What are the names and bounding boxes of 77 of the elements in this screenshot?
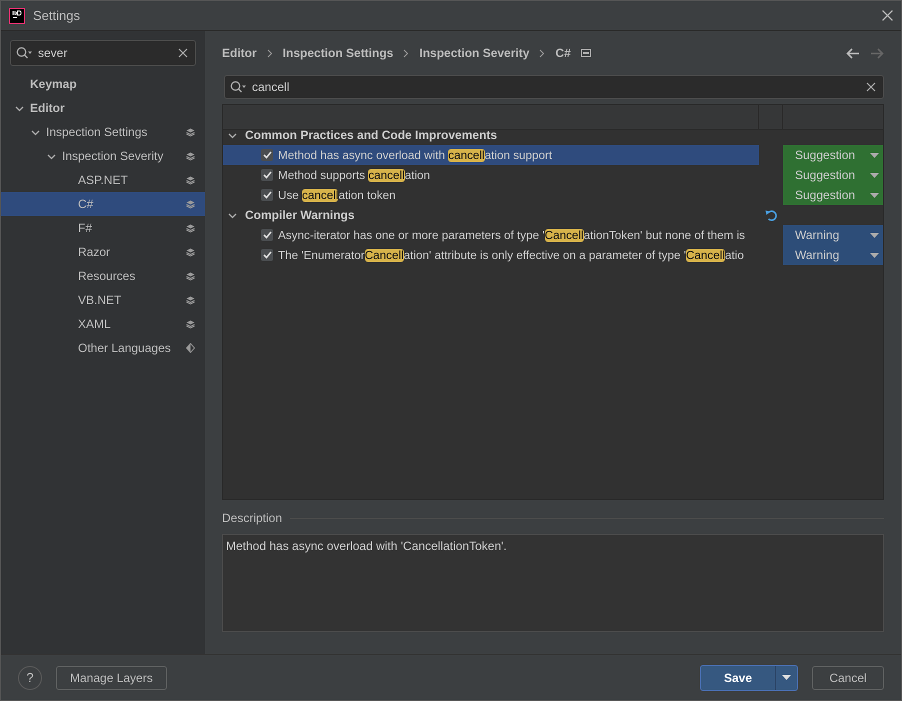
filter-field[interactable]: cancell bbox=[224, 75, 884, 99]
search-icon[interactable] bbox=[230, 80, 246, 94]
breadcrumb-item[interactable]: C# bbox=[555, 46, 571, 60]
inspection-label[interactable]: The 'EnumeratorCancellation' attribute is only effective on a parameter of type 'Cancellatio bbox=[278, 248, 744, 262]
inspection-label[interactable]: Method supports cancellation bbox=[278, 168, 430, 182]
clear-icon[interactable] bbox=[178, 48, 188, 58]
layers-icon bbox=[186, 128, 195, 136]
checkbox[interactable] bbox=[261, 149, 273, 161]
breadcrumb-item[interactable]: Editor bbox=[222, 46, 257, 60]
chevron-right-icon bbox=[539, 48, 546, 58]
chevron-right-icon bbox=[266, 48, 273, 58]
caret-icon bbox=[870, 252, 879, 258]
section-label: Description bbox=[222, 511, 282, 525]
group-title: Compiler Warnings bbox=[245, 208, 355, 222]
tree-item[interactable]: Razor bbox=[1, 240, 205, 264]
manage-layers-button[interactable]: Manage Layers bbox=[56, 666, 167, 690]
breadcrumb-item[interactable]: Inspection Settings bbox=[282, 46, 394, 60]
tree-item[interactable]: ASP.NET bbox=[1, 168, 205, 192]
caret-icon bbox=[870, 192, 879, 198]
description-text: Method has async overload with 'CancellationToken'. bbox=[226, 539, 507, 553]
cancel-button[interactable]: Cancel bbox=[812, 666, 884, 690]
close-icon[interactable] bbox=[882, 10, 893, 21]
group-title: Common Practices and Code Improvements bbox=[245, 128, 498, 142]
breadcrumb-item[interactable]: Inspection Severity bbox=[419, 46, 530, 60]
caret-icon bbox=[870, 172, 879, 178]
chevron-down-icon[interactable] bbox=[15, 104, 24, 112]
layers-icon bbox=[186, 272, 195, 280]
reset-icon[interactable] bbox=[764, 208, 778, 222]
group-header[interactable]: Compiler Warnings bbox=[223, 205, 759, 225]
group-header[interactable]: Common Practices and Code Improvements bbox=[223, 125, 759, 145]
save-split-button[interactable]: Save bbox=[700, 664, 798, 690]
app-logo-icon bbox=[9, 8, 25, 24]
tree-item[interactable]: Editor bbox=[1, 96, 205, 120]
checkbox[interactable] bbox=[261, 229, 273, 241]
chevron-down-icon[interactable] bbox=[31, 128, 40, 136]
severity-dropdown[interactable]: Warning bbox=[783, 245, 883, 265]
layers-icon bbox=[186, 152, 195, 160]
layers-icon bbox=[186, 200, 195, 208]
half-layer-icon bbox=[186, 343, 195, 353]
save-button[interactable]: Save bbox=[701, 666, 775, 690]
severity-dropdown[interactable]: Suggestion bbox=[783, 165, 883, 185]
tree-item[interactable]: Keymap bbox=[1, 72, 205, 96]
checkbox[interactable] bbox=[261, 249, 273, 261]
layers-icon bbox=[186, 248, 195, 256]
layers-icon bbox=[186, 320, 195, 328]
severity-dropdown[interactable]: Warning bbox=[783, 225, 883, 245]
back-arrow-icon[interactable] bbox=[846, 48, 860, 58]
chevron-down-icon[interactable] bbox=[228, 210, 237, 220]
caret-icon bbox=[870, 232, 879, 238]
inspection-label[interactable]: Use cancellation token bbox=[278, 188, 396, 202]
tree-item[interactable]: XAML bbox=[1, 312, 205, 336]
help-button[interactable]: ? bbox=[18, 666, 42, 690]
chevron-down-icon[interactable] bbox=[47, 152, 56, 160]
search-icon[interactable] bbox=[16, 46, 32, 60]
tree-item[interactable]: Inspection Settings bbox=[1, 120, 205, 144]
tree-item[interactable]: C# bbox=[1, 192, 205, 216]
chevron-down-icon[interactable] bbox=[228, 130, 237, 140]
inspection-label[interactable]: Async-iterator has one or more parameters of type 'CancellationToken' but none of them is bbox=[278, 228, 746, 242]
layer-box-icon[interactable] bbox=[580, 49, 591, 57]
tree-item[interactable]: Resources bbox=[1, 264, 205, 288]
window-title: Settings bbox=[33, 8, 81, 23]
caret-icon bbox=[782, 675, 791, 680]
chevron-right-icon bbox=[403, 48, 410, 58]
tree-item[interactable]: F# bbox=[1, 216, 205, 240]
checkbox[interactable] bbox=[261, 169, 273, 181]
layers-icon bbox=[186, 296, 195, 304]
layers-icon bbox=[186, 224, 195, 232]
tree-item[interactable]: VB.NET bbox=[1, 288, 205, 312]
severity-dropdown[interactable]: Suggestion bbox=[783, 145, 883, 165]
tree-item[interactable]: Inspection Severity bbox=[1, 144, 205, 168]
tree-item[interactable]: Other Languages bbox=[1, 336, 205, 360]
clear-icon[interactable] bbox=[866, 82, 876, 92]
layers-icon bbox=[186, 176, 195, 184]
checkbox[interactable] bbox=[261, 189, 273, 201]
caret-icon bbox=[870, 152, 879, 158]
severity-dropdown[interactable]: Suggestion bbox=[783, 185, 883, 205]
search-field[interactable]: sever bbox=[10, 40, 196, 66]
